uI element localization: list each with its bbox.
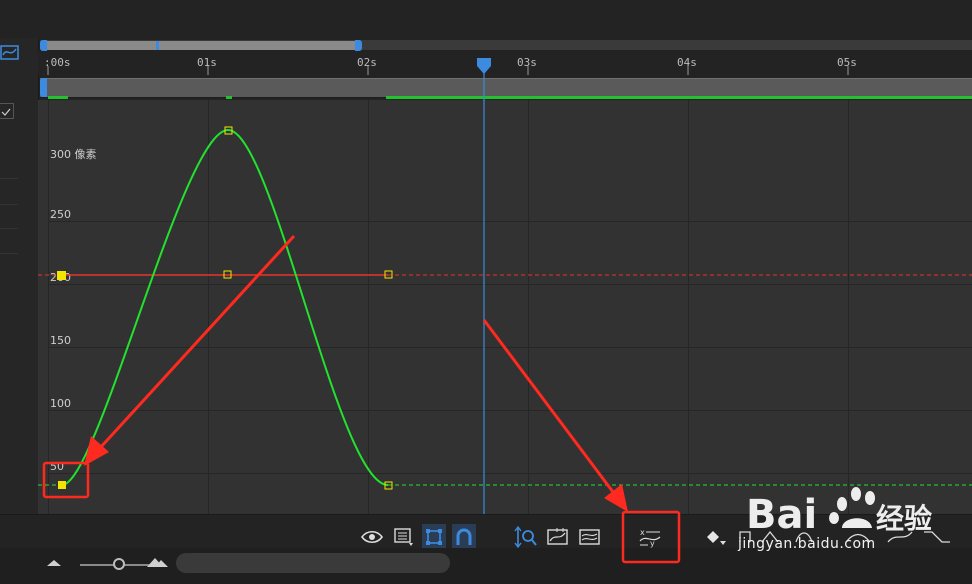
annotation-box-keyframe xyxy=(42,461,90,499)
watermark-url: jingyan.baidu.com xyxy=(738,536,876,552)
svg-text:经验: 经验 xyxy=(876,502,932,535)
annotation-arrow-right xyxy=(482,319,618,497)
baidu-jingyan-logo: Bai 经验 xyxy=(746,487,932,536)
annotation-box-button xyxy=(621,510,681,564)
annotation-arrow-left xyxy=(98,234,296,450)
svg-text:Bai: Bai xyxy=(746,492,817,536)
